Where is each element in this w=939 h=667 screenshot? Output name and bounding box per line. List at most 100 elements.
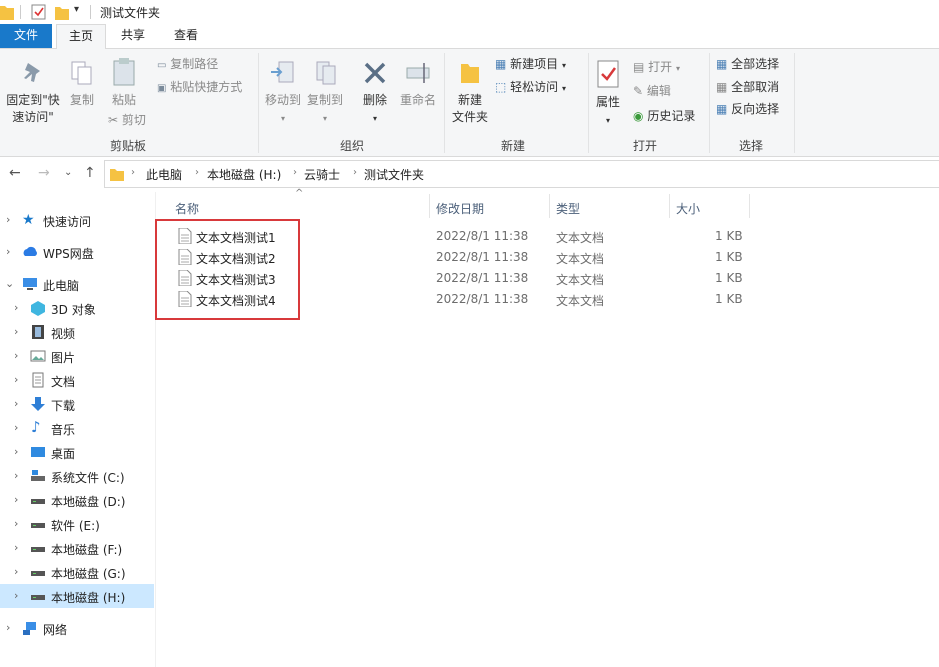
chevron-right-icon[interactable]: ›: [14, 445, 18, 458]
chevron-right-icon[interactable]: ›: [14, 349, 18, 362]
paste-button[interactable]: 粘贴: [105, 57, 143, 109]
chevron-right-icon: ›: [353, 167, 357, 178]
file-size: 1 KB: [715, 250, 743, 264]
select-none-button[interactable]: ▦ 全部取消: [716, 79, 779, 95]
move-to-icon: [271, 61, 294, 83]
drive-icon: [31, 571, 45, 576]
chevron-down-icon: ▾: [562, 61, 567, 70]
sidebar-item-network[interactable]: › 网络: [0, 616, 154, 640]
file-size: 1 KB: [715, 271, 743, 285]
chevron-right-icon: ›: [293, 167, 297, 178]
chevron-right-icon[interactable]: ›: [6, 621, 10, 634]
new-item-button[interactable]: ▦ 新建项目 ▾: [495, 56, 566, 74]
column-header-modified[interactable]: 修改日期: [436, 200, 484, 217]
group-separator: [709, 53, 710, 153]
breadcrumb-test-folder[interactable]: 测试文件夹: [364, 166, 424, 183]
sidebar-item-drive-d[interactable]: › 本地磁盘 (D:): [0, 488, 154, 512]
paste-shortcut-button[interactable]: ▣ 粘贴快捷方式: [157, 79, 242, 97]
sidebar-item-documents[interactable]: › 文档: [0, 368, 154, 392]
chevron-right-icon[interactable]: ›: [14, 373, 18, 386]
sidebar-item-drive-g[interactable]: › 本地磁盘 (G:): [0, 560, 154, 584]
properties-button[interactable]: 属性 ▾: [592, 59, 624, 129]
chevron-right-icon[interactable]: ›: [14, 589, 18, 602]
sidebar-item-downloads[interactable]: › 下载: [0, 392, 154, 416]
breadcrumb-drive-h[interactable]: 本地磁盘 (H:): [207, 166, 281, 183]
sidebar-item-pictures[interactable]: › 图片: [0, 344, 154, 368]
chevron-right-icon[interactable]: ›: [14, 493, 18, 506]
group-label-open: 打开: [632, 139, 657, 153]
pin-to-quick-access-button[interactable]: 固定到"快 速访问": [4, 59, 62, 126]
chevron-right-icon: ›: [195, 167, 199, 178]
breadcrumb-yunqishi[interactable]: 云骑士: [304, 166, 340, 183]
chevron-right-icon[interactable]: ›: [14, 301, 18, 314]
film-icon: [32, 325, 44, 339]
sidebar-item-this-pc[interactable]: ⌄ 此电脑: [0, 272, 154, 296]
chevron-right-icon[interactable]: ›: [14, 421, 18, 434]
group-separator: [794, 53, 795, 153]
sidebar-item-videos[interactable]: › 视频: [0, 320, 154, 344]
chevron-right-icon[interactable]: ›: [6, 245, 10, 258]
column-separator[interactable]: [669, 194, 670, 218]
properties-icon: [597, 60, 619, 88]
music-note-icon: ♪: [31, 418, 41, 436]
chevron-right-icon[interactable]: ›: [14, 397, 18, 410]
properties-check-icon[interactable]: [31, 3, 47, 21]
chevron-right-icon[interactable]: ›: [14, 325, 18, 338]
navigation-bar: ← → ⌄ ↑ › 此电脑 › 本地磁盘 (H:) › 云骑士 › 测试文件夹: [0, 157, 939, 191]
new-folder-quick-icon[interactable]: [54, 3, 70, 21]
back-arrow-icon[interactable]: ←: [9, 165, 21, 181]
sidebar-item-drive-c[interactable]: › 系统文件 (C:): [0, 464, 154, 488]
move-to-button[interactable]: 移动到 ▾: [263, 59, 303, 127]
forward-arrow-icon[interactable]: →: [38, 165, 50, 181]
sidebar-item-drive-h[interactable]: › 本地磁盘 (H:): [0, 584, 154, 608]
history-button[interactable]: ◉ 历史记录: [633, 108, 695, 124]
column-header-type[interactable]: 类型: [556, 200, 580, 217]
chevron-down-icon: ▾: [605, 116, 610, 125]
delete-button[interactable]: 删除 ▾: [358, 59, 392, 127]
drive-icon: [31, 547, 45, 552]
window-title: 测试文件夹: [100, 6, 161, 20]
sidebar-item-quick-access[interactable]: › ★ 快速访问: [0, 208, 154, 232]
new-folder-button[interactable]: 新建 文件夹: [450, 59, 490, 126]
column-separator[interactable]: [429, 194, 430, 218]
navigation-pane: › ★ 快速访问 › WPS网盘 ⌄ 此电脑 › 3D 对象 › 视频 › 图片…: [0, 192, 155, 667]
select-all-icon: ▦: [716, 57, 728, 71]
chevron-right-icon[interactable]: ›: [14, 469, 18, 482]
sidebar-item-wps-cloud[interactable]: › WPS网盘: [0, 240, 154, 264]
sidebar-item-drive-e[interactable]: › 软件 (E:): [0, 512, 154, 536]
copy-button[interactable]: 复制: [64, 59, 100, 109]
tab-home[interactable]: 主页: [56, 24, 106, 50]
copy-path-button[interactable]: ▭ 复制路径: [157, 56, 218, 74]
column-separator[interactable]: [749, 194, 750, 218]
select-all-button[interactable]: ▦ 全部选择: [716, 56, 779, 72]
sidebar-item-drive-f[interactable]: › 本地磁盘 (F:): [0, 536, 154, 560]
tab-view[interactable]: 查看: [164, 24, 208, 48]
tab-file[interactable]: 文件: [0, 24, 52, 48]
rename-button[interactable]: 重命名: [396, 59, 440, 109]
invert-selection-button[interactable]: ▦ 反向选择: [716, 101, 779, 117]
column-header-name[interactable]: 名称: [175, 200, 199, 217]
chevron-right-icon[interactable]: ›: [14, 541, 18, 554]
recent-locations-chevron-icon[interactable]: ⌄: [64, 167, 72, 178]
quick-access-toolbar-dropdown-icon[interactable]: ▾: [74, 4, 79, 15]
sidebar-item-3d-objects[interactable]: › 3D 对象: [0, 296, 154, 320]
breadcrumb-this-pc[interactable]: 此电脑: [146, 166, 182, 183]
address-bar[interactable]: › 此电脑 › 本地磁盘 (H:) › 云骑士 › 测试文件夹: [104, 160, 939, 188]
chevron-right-icon[interactable]: ›: [14, 565, 18, 578]
ribbon: 固定到"快 速访问" 复制 粘贴 ▭ 复制路径 ▣ 粘贴快捷方式 ✂ 剪切 剪贴…: [0, 49, 939, 157]
chevron-down-icon[interactable]: ⌄: [5, 277, 14, 290]
tab-share[interactable]: 共享: [112, 24, 154, 48]
up-arrow-icon[interactable]: ↑: [84, 165, 96, 181]
easy-access-button[interactable]: ⬚ 轻松访问 ▾: [495, 79, 566, 97]
column-header-size[interactable]: 大小: [676, 200, 700, 217]
sidebar-item-desktop[interactable]: › 桌面: [0, 440, 154, 464]
file-modified: 2022/8/1 11:38: [436, 229, 529, 243]
column-separator[interactable]: [549, 194, 550, 218]
chevron-right-icon[interactable]: ›: [6, 213, 10, 226]
chevron-right-icon[interactable]: ›: [14, 517, 18, 530]
copy-to-button[interactable]: 复制到 ▾: [305, 59, 345, 127]
sidebar-item-music[interactable]: › ♪ 音乐: [0, 416, 154, 440]
cut-button[interactable]: ✂ 剪切: [108, 112, 146, 128]
edit-button[interactable]: ✎ 编辑: [633, 83, 671, 99]
open-button[interactable]: ▤ 打开 ▾: [633, 59, 680, 77]
